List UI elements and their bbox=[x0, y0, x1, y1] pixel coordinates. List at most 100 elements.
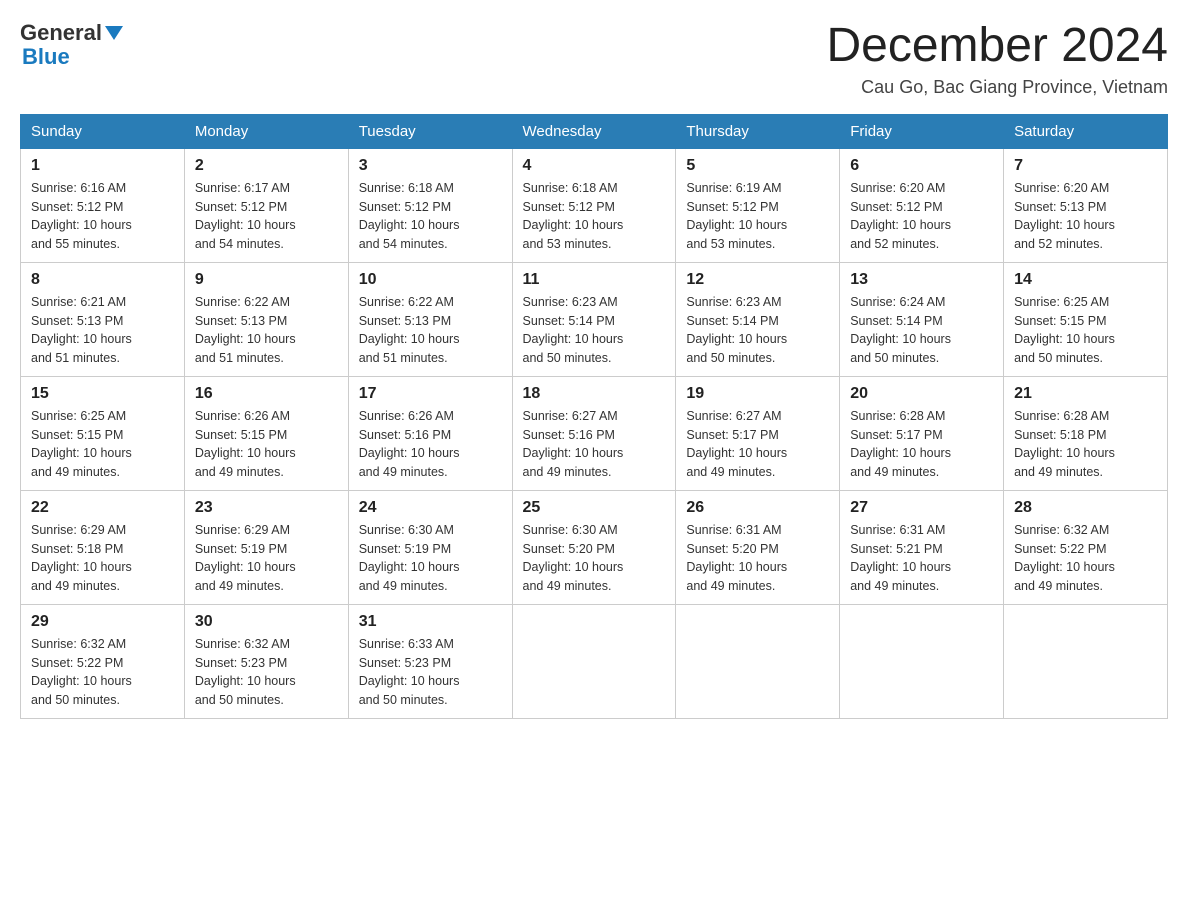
day-number: 30 bbox=[195, 613, 338, 631]
day-info: Sunrise: 6:17 AMSunset: 5:12 PMDaylight:… bbox=[195, 181, 296, 251]
day-info: Sunrise: 6:19 AMSunset: 5:12 PMDaylight:… bbox=[686, 181, 787, 251]
day-number: 24 bbox=[359, 499, 502, 517]
day-number: 2 bbox=[195, 157, 338, 175]
day-number: 3 bbox=[359, 157, 502, 175]
day-number: 17 bbox=[359, 385, 502, 403]
table-row: 23 Sunrise: 6:29 AMSunset: 5:19 PMDaylig… bbox=[184, 490, 348, 604]
calendar-week-row: 15 Sunrise: 6:25 AMSunset: 5:15 PMDaylig… bbox=[21, 376, 1168, 490]
table-row: 15 Sunrise: 6:25 AMSunset: 5:15 PMDaylig… bbox=[21, 376, 185, 490]
table-row: 28 Sunrise: 6:32 AMSunset: 5:22 PMDaylig… bbox=[1004, 490, 1168, 604]
day-info: Sunrise: 6:24 AMSunset: 5:14 PMDaylight:… bbox=[850, 295, 951, 365]
day-number: 29 bbox=[31, 613, 174, 631]
table-row: 31 Sunrise: 6:33 AMSunset: 5:23 PMDaylig… bbox=[348, 604, 512, 718]
day-info: Sunrise: 6:32 AMSunset: 5:22 PMDaylight:… bbox=[31, 637, 132, 707]
table-row: 8 Sunrise: 6:21 AMSunset: 5:13 PMDayligh… bbox=[21, 262, 185, 376]
col-tuesday: Tuesday bbox=[348, 114, 512, 148]
day-number: 20 bbox=[850, 385, 993, 403]
day-number: 6 bbox=[850, 157, 993, 175]
calendar-week-row: 8 Sunrise: 6:21 AMSunset: 5:13 PMDayligh… bbox=[21, 262, 1168, 376]
day-number: 22 bbox=[31, 499, 174, 517]
day-info: Sunrise: 6:33 AMSunset: 5:23 PMDaylight:… bbox=[359, 637, 460, 707]
table-row: 6 Sunrise: 6:20 AMSunset: 5:12 PMDayligh… bbox=[840, 148, 1004, 262]
day-info: Sunrise: 6:16 AMSunset: 5:12 PMDaylight:… bbox=[31, 181, 132, 251]
day-info: Sunrise: 6:26 AMSunset: 5:15 PMDaylight:… bbox=[195, 409, 296, 479]
table-row: 17 Sunrise: 6:26 AMSunset: 5:16 PMDaylig… bbox=[348, 376, 512, 490]
day-number: 11 bbox=[523, 271, 666, 289]
calendar-week-row: 1 Sunrise: 6:16 AMSunset: 5:12 PMDayligh… bbox=[21, 148, 1168, 262]
table-row: 9 Sunrise: 6:22 AMSunset: 5:13 PMDayligh… bbox=[184, 262, 348, 376]
table-row: 11 Sunrise: 6:23 AMSunset: 5:14 PMDaylig… bbox=[512, 262, 676, 376]
table-row: 13 Sunrise: 6:24 AMSunset: 5:14 PMDaylig… bbox=[840, 262, 1004, 376]
logo: General Blue bbox=[20, 20, 123, 70]
col-saturday: Saturday bbox=[1004, 114, 1168, 148]
day-info: Sunrise: 6:20 AMSunset: 5:12 PMDaylight:… bbox=[850, 181, 951, 251]
logo-general-text: General bbox=[20, 20, 102, 46]
title-block: December 2024 Cau Go, Bac Giang Province… bbox=[826, 20, 1168, 98]
table-row: 20 Sunrise: 6:28 AMSunset: 5:17 PMDaylig… bbox=[840, 376, 1004, 490]
day-number: 5 bbox=[686, 157, 829, 175]
day-info: Sunrise: 6:27 AMSunset: 5:17 PMDaylight:… bbox=[686, 409, 787, 479]
location-subtitle: Cau Go, Bac Giang Province, Vietnam bbox=[826, 77, 1168, 98]
day-number: 18 bbox=[523, 385, 666, 403]
table-row: 4 Sunrise: 6:18 AMSunset: 5:12 PMDayligh… bbox=[512, 148, 676, 262]
calendar-header-row: Sunday Monday Tuesday Wednesday Thursday… bbox=[21, 114, 1168, 148]
day-number: 4 bbox=[523, 157, 666, 175]
table-row: 25 Sunrise: 6:30 AMSunset: 5:20 PMDaylig… bbox=[512, 490, 676, 604]
day-info: Sunrise: 6:27 AMSunset: 5:16 PMDaylight:… bbox=[523, 409, 624, 479]
day-number: 23 bbox=[195, 499, 338, 517]
day-number: 25 bbox=[523, 499, 666, 517]
table-row: 21 Sunrise: 6:28 AMSunset: 5:18 PMDaylig… bbox=[1004, 376, 1168, 490]
calendar-week-row: 22 Sunrise: 6:29 AMSunset: 5:18 PMDaylig… bbox=[21, 490, 1168, 604]
month-title: December 2024 bbox=[826, 20, 1168, 73]
table-row: 24 Sunrise: 6:30 AMSunset: 5:19 PMDaylig… bbox=[348, 490, 512, 604]
day-number: 27 bbox=[850, 499, 993, 517]
calendar-week-row: 29 Sunrise: 6:32 AMSunset: 5:22 PMDaylig… bbox=[21, 604, 1168, 718]
day-number: 28 bbox=[1014, 499, 1157, 517]
day-number: 15 bbox=[31, 385, 174, 403]
day-info: Sunrise: 6:21 AMSunset: 5:13 PMDaylight:… bbox=[31, 295, 132, 365]
table-row: 30 Sunrise: 6:32 AMSunset: 5:23 PMDaylig… bbox=[184, 604, 348, 718]
day-number: 31 bbox=[359, 613, 502, 631]
day-number: 1 bbox=[31, 157, 174, 175]
day-info: Sunrise: 6:32 AMSunset: 5:22 PMDaylight:… bbox=[1014, 523, 1115, 593]
table-row: 19 Sunrise: 6:27 AMSunset: 5:17 PMDaylig… bbox=[676, 376, 840, 490]
col-monday: Monday bbox=[184, 114, 348, 148]
page-header: General Blue December 2024 Cau Go, Bac G… bbox=[20, 20, 1168, 98]
day-number: 19 bbox=[686, 385, 829, 403]
day-number: 9 bbox=[195, 271, 338, 289]
day-info: Sunrise: 6:30 AMSunset: 5:19 PMDaylight:… bbox=[359, 523, 460, 593]
table-row bbox=[840, 604, 1004, 718]
day-number: 26 bbox=[686, 499, 829, 517]
col-thursday: Thursday bbox=[676, 114, 840, 148]
table-row: 29 Sunrise: 6:32 AMSunset: 5:22 PMDaylig… bbox=[21, 604, 185, 718]
table-row: 16 Sunrise: 6:26 AMSunset: 5:15 PMDaylig… bbox=[184, 376, 348, 490]
day-info: Sunrise: 6:20 AMSunset: 5:13 PMDaylight:… bbox=[1014, 181, 1115, 251]
day-info: Sunrise: 6:31 AMSunset: 5:20 PMDaylight:… bbox=[686, 523, 787, 593]
day-info: Sunrise: 6:29 AMSunset: 5:18 PMDaylight:… bbox=[31, 523, 132, 593]
table-row: 10 Sunrise: 6:22 AMSunset: 5:13 PMDaylig… bbox=[348, 262, 512, 376]
table-row: 22 Sunrise: 6:29 AMSunset: 5:18 PMDaylig… bbox=[21, 490, 185, 604]
table-row bbox=[512, 604, 676, 718]
day-number: 13 bbox=[850, 271, 993, 289]
day-info: Sunrise: 6:28 AMSunset: 5:17 PMDaylight:… bbox=[850, 409, 951, 479]
day-number: 16 bbox=[195, 385, 338, 403]
day-info: Sunrise: 6:22 AMSunset: 5:13 PMDaylight:… bbox=[195, 295, 296, 365]
table-row: 5 Sunrise: 6:19 AMSunset: 5:12 PMDayligh… bbox=[676, 148, 840, 262]
day-info: Sunrise: 6:25 AMSunset: 5:15 PMDaylight:… bbox=[1014, 295, 1115, 365]
day-number: 21 bbox=[1014, 385, 1157, 403]
day-number: 14 bbox=[1014, 271, 1157, 289]
table-row bbox=[1004, 604, 1168, 718]
day-info: Sunrise: 6:31 AMSunset: 5:21 PMDaylight:… bbox=[850, 523, 951, 593]
logo-blue-text: Blue bbox=[22, 44, 70, 70]
day-info: Sunrise: 6:23 AMSunset: 5:14 PMDaylight:… bbox=[686, 295, 787, 365]
logo-arrow-icon bbox=[105, 26, 123, 40]
table-row: 26 Sunrise: 6:31 AMSunset: 5:20 PMDaylig… bbox=[676, 490, 840, 604]
day-number: 8 bbox=[31, 271, 174, 289]
day-info: Sunrise: 6:22 AMSunset: 5:13 PMDaylight:… bbox=[359, 295, 460, 365]
day-info: Sunrise: 6:32 AMSunset: 5:23 PMDaylight:… bbox=[195, 637, 296, 707]
table-row bbox=[676, 604, 840, 718]
day-info: Sunrise: 6:18 AMSunset: 5:12 PMDaylight:… bbox=[359, 181, 460, 251]
day-info: Sunrise: 6:26 AMSunset: 5:16 PMDaylight:… bbox=[359, 409, 460, 479]
day-info: Sunrise: 6:28 AMSunset: 5:18 PMDaylight:… bbox=[1014, 409, 1115, 479]
col-wednesday: Wednesday bbox=[512, 114, 676, 148]
